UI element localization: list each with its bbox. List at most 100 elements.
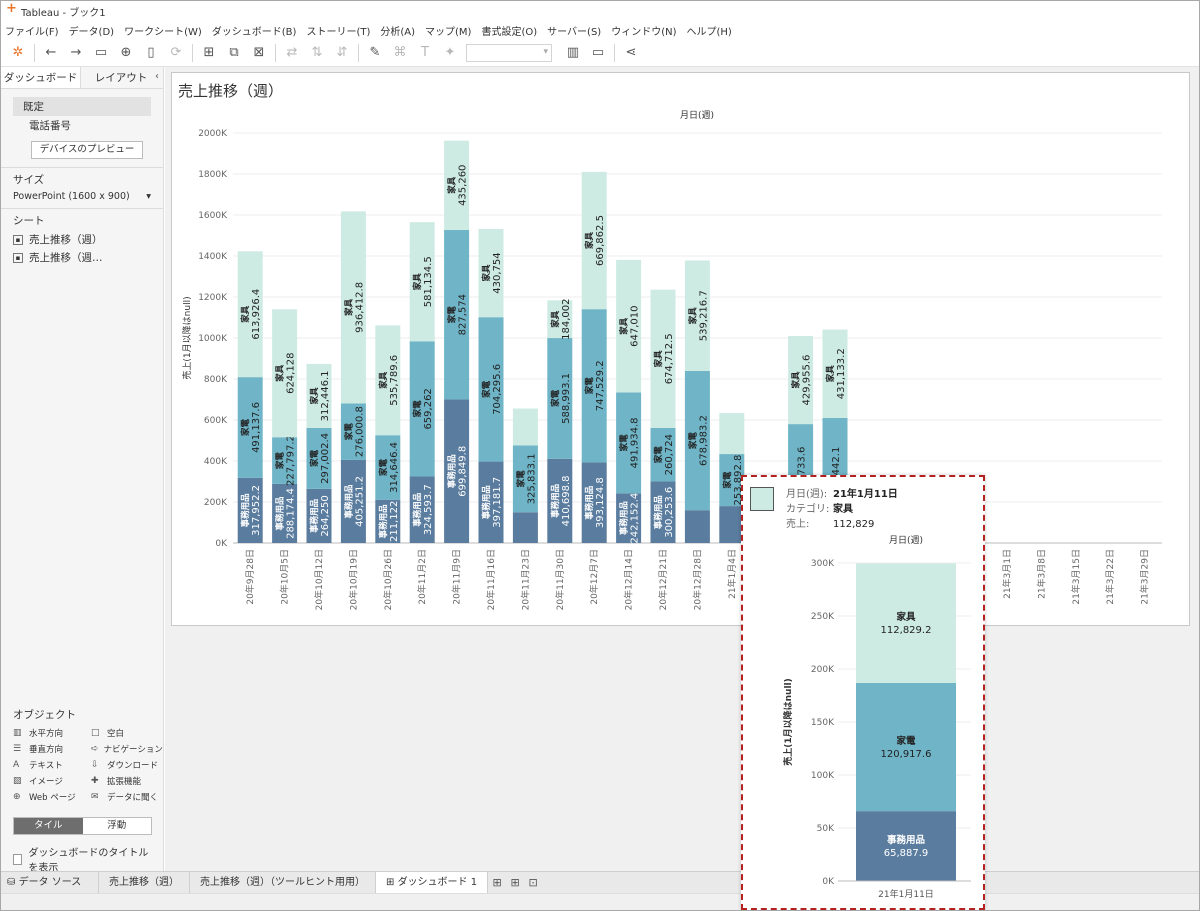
menu-help[interactable]: ヘルプ(H): [687, 23, 732, 38]
new-worksheet-icon[interactable]: ⊞: [200, 44, 218, 62]
pin-icon[interactable]: ✦: [441, 44, 459, 62]
undo-icon[interactable]: ←: [42, 44, 60, 62]
object-blank[interactable]: □ 空白: [91, 727, 161, 739]
segment-value-label: 297,002.4: [320, 433, 331, 484]
label-icon[interactable]: T: [416, 44, 434, 62]
menu-dashboard[interactable]: ダッシュボード(B): [212, 23, 297, 38]
segment-category-label: 家具: [550, 310, 561, 328]
column-header: 月日(週): [680, 110, 714, 121]
highlight-icon[interactable]: ✎: [366, 44, 384, 62]
phone-item[interactable]: 電話番号: [13, 116, 151, 135]
presentation-icon[interactable]: ▭: [589, 44, 607, 62]
object-horizontal[interactable]: ▥ 水平方向: [13, 727, 91, 739]
segment-category-label: 家具: [791, 371, 802, 389]
x-tick-label: 21年1月11日: [878, 888, 934, 900]
tile-button[interactable]: タイル: [14, 818, 83, 834]
preset-item[interactable]: 既定: [13, 97, 151, 116]
x-tick-label: 21年3月15日: [1070, 549, 1082, 605]
x-tick-label: 20年12月7日: [588, 549, 600, 605]
bar-data-label: 事務用品 264,250: [309, 495, 331, 536]
dashboard-tab[interactable]: ⊞ ダッシュボード 1: [376, 871, 489, 894]
object-download[interactable]: ⇩ ダウンロード: [91, 759, 161, 771]
sort-descending-icon[interactable]: ⇵: [333, 44, 351, 62]
segment-value-label: 674,712.5: [664, 333, 675, 384]
segment-category-label: 家電: [240, 418, 251, 436]
segment-value-label: 936,412.8: [354, 282, 365, 333]
segment-value-label: 827,574: [458, 294, 469, 335]
duplicate-icon[interactable]: ⧉: [225, 44, 243, 62]
y-tick-label: 1400K: [198, 252, 228, 262]
segment-value-label: 120,917.6: [881, 749, 932, 760]
object-extension[interactable]: ✚ 拡張機能: [91, 775, 161, 787]
menu-server[interactable]: サーバー(S): [547, 23, 601, 38]
object-ask-data[interactable]: ✉ データに聞く: [91, 791, 161, 803]
float-button[interactable]: 浮動: [82, 818, 151, 834]
pause-updates-icon[interactable]: ▯: [142, 44, 160, 62]
segment-category-label: 家電: [412, 400, 423, 418]
size-select[interactable]: PowerPoint (1600 x 900) ▾: [13, 191, 151, 202]
size-heading: サイズ: [13, 174, 45, 186]
x-tick-label: 20年12月21日: [657, 549, 669, 610]
segment-value-label: 535,789.6: [389, 355, 400, 406]
new-dashboard-icon[interactable]: ⊞: [506, 876, 524, 889]
collapse-panel-icon[interactable]: ‹: [155, 71, 159, 82]
tab-layout[interactable]: レイアウト: [81, 67, 161, 88]
segment-category-label: 家具: [412, 273, 423, 291]
tableau-logo-icon: [5, 1, 17, 17]
tooltip-value: 21年1月11日: [833, 489, 898, 500]
tab-dashboard[interactable]: ダッシュボード: [1, 67, 81, 88]
show-me-icon[interactable]: ▥: [564, 44, 582, 62]
refresh-icon[interactable]: ⟳: [167, 44, 185, 62]
sheets-section: シート ▪ 売上推移（週） ▪ 売上推移（週…: [1, 209, 163, 274]
new-story-icon[interactable]: ⊡: [524, 876, 542, 889]
sheet-tab[interactable]: 売上推移（週）: [99, 871, 190, 894]
extension-icon: ✚: [91, 776, 99, 786]
window-title: Tableau - ブック1: [21, 7, 106, 19]
share-icon[interactable]: ⋖: [622, 44, 640, 62]
new-datasource-icon[interactable]: ⊕: [117, 44, 135, 62]
menu-map[interactable]: マップ(M): [425, 23, 471, 38]
menu-analysis[interactable]: 分析(A): [380, 23, 415, 38]
sheet-item[interactable]: ▪ 売上推移（週）: [13, 232, 151, 247]
bar-data-label: 事務用品 211,122: [378, 501, 400, 542]
segment-category-label: 家電: [550, 389, 561, 407]
object-web[interactable]: ⊕ Web ページ: [13, 791, 91, 803]
menu-file[interactable]: ファイル(F): [5, 23, 59, 38]
menu-format[interactable]: 書式設定(O): [481, 23, 537, 38]
show-title-checkbox[interactable]: ダッシュボードのタイトルを表示: [13, 844, 152, 874]
data-source-tab[interactable]: ⛁ データ ソース: [1, 871, 99, 894]
group-icon[interactable]: ⌘: [391, 44, 409, 62]
clear-sheet-icon[interactable]: ⊠: [250, 44, 268, 62]
sheet-label: 売上推移（週）: [29, 234, 103, 246]
sort-ascending-icon[interactable]: ⇅: [308, 44, 326, 62]
y-tick-label: 400K: [204, 457, 228, 467]
segment-category-label: 事務用品: [619, 501, 630, 536]
tableau-home-icon[interactable]: ✲: [9, 44, 27, 62]
object-text[interactable]: A テキスト: [13, 759, 91, 771]
menu-worksheet[interactable]: ワークシート(W): [124, 23, 202, 38]
x-tick-label: 21年3月1日: [1001, 549, 1013, 599]
object-navigation[interactable]: ➪ ナビゲーション: [91, 743, 163, 755]
swap-icon[interactable]: ⇄: [283, 44, 301, 62]
fit-select[interactable]: [466, 43, 552, 62]
object-vertical[interactable]: ☰ 垂直方向: [13, 743, 91, 755]
x-tick-label: 20年11月2日: [416, 549, 428, 605]
sheet-item[interactable]: ▪ 売上推移（週…: [13, 250, 151, 265]
sheet-tab[interactable]: 売上推移（週）（ツールヒント用用）: [190, 871, 376, 894]
object-image[interactable]: ▨ イメージ: [13, 775, 91, 787]
tooltip-chart: 月日(週) 売上(1月以降はnull) 0K 50K 100K 150K 200K 250K 3…: [783, 535, 971, 900]
redo-icon[interactable]: →: [67, 44, 85, 62]
segment-value-label: 429,955.6: [802, 355, 813, 406]
menu-window[interactable]: ウィンドウ(N): [611, 23, 676, 38]
object-label: 拡張機能: [107, 777, 142, 787]
save-icon[interactable]: ▭: [92, 44, 110, 62]
device-preview-button[interactable]: デバイスのプレビュー: [31, 141, 143, 159]
segment-category-label: 事務用品: [550, 483, 561, 518]
web-icon: ⊕: [13, 792, 21, 802]
checkbox-box[interactable]: [13, 853, 23, 865]
new-worksheet-icon[interactable]: ⊞: [488, 876, 506, 889]
menu-story[interactable]: ストーリー(T): [306, 23, 370, 38]
segment-category-label: 事務用品: [653, 495, 664, 530]
menu-data[interactable]: データ(D): [69, 23, 115, 38]
x-tick-label: 20年11月9日: [451, 549, 463, 605]
